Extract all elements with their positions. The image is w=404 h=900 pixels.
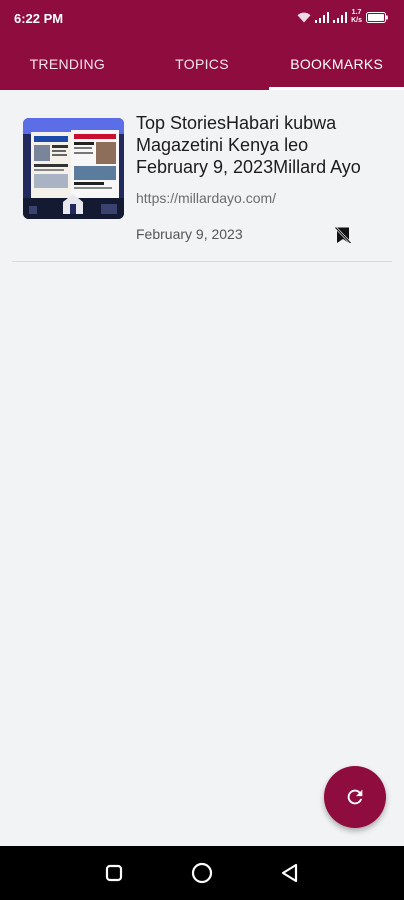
tab-topics[interactable]: TOPICS (135, 38, 270, 90)
battery-icon (366, 11, 388, 23)
recents-button[interactable] (99, 858, 129, 888)
bookmarks-list: Top StoriesHabari kubwa Magazetini Kenya… (0, 90, 404, 846)
wifi-icon (297, 12, 311, 22)
article-source-url: https://millardayo.com/ (136, 190, 277, 206)
article-card[interactable]: Top StoriesHabari kubwa Magazetini Kenya… (12, 90, 392, 262)
tab-bar: TRENDING TOPICS BOOKMARKS (0, 38, 404, 90)
signal-icon (333, 11, 348, 23)
article-thumbnail[interactable] (23, 118, 124, 219)
refresh-icon (347, 789, 363, 805)
status-time: 6:22 PM (14, 11, 64, 26)
recents-icon (105, 864, 123, 882)
signal-icon (315, 11, 330, 23)
article-title[interactable]: Top StoriesHabari kubwa Magazetini Kenya… (136, 112, 384, 178)
status-bar: 6:22 PM 1.7 K/s (0, 0, 404, 38)
home-icon (191, 862, 213, 884)
network-speed: 1.7 K/s (351, 9, 362, 24)
tab-trending[interactable]: TRENDING (0, 38, 135, 90)
tab-label: TOPICS (175, 56, 229, 72)
status-icons: 1.7 K/s (297, 9, 388, 25)
article-date: February 9, 2023 (136, 226, 243, 242)
back-button[interactable] (275, 858, 305, 888)
bookmark-remove-icon[interactable] (334, 226, 352, 244)
back-icon (281, 863, 298, 883)
system-nav-bar (0, 846, 404, 900)
home-button[interactable] (187, 858, 217, 888)
tab-bookmarks[interactable]: BOOKMARKS (269, 38, 404, 90)
tab-label: TRENDING (29, 56, 106, 72)
refresh-button[interactable] (324, 766, 386, 828)
tab-label: BOOKMARKS (290, 56, 384, 72)
